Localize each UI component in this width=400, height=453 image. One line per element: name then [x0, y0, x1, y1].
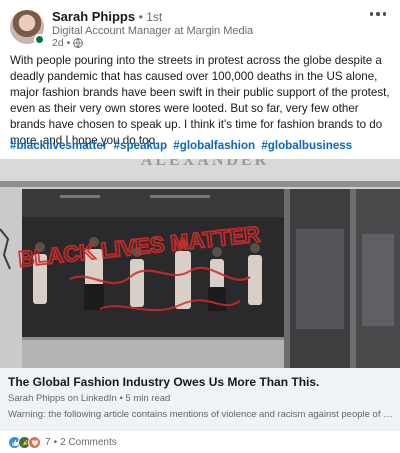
article-card[interactable]: The Global Fashion Industry Owes Us More… [0, 368, 400, 431]
post-header: Sarah Phipps • 1st Digital Account Manag… [0, 0, 400, 50]
more-options-button[interactable] [366, 6, 390, 22]
social-counts: 7 • 2 Comments [8, 436, 117, 449]
dot [382, 12, 387, 16]
post-image[interactable]: ALEXANDER BLACK LIVES MATTER [0, 159, 400, 368]
connection-degree: • 1st [138, 10, 163, 24]
article-meta: Sarah Phipps on LinkedIn • 5 min read [8, 393, 171, 404]
avatar[interactable] [10, 10, 45, 45]
dot [376, 12, 380, 16]
storefront-sign: ALEXANDER [141, 159, 269, 169]
post-age: 2d • [52, 37, 71, 49]
author-headline: Digital Account Manager at Margin Media [52, 25, 254, 37]
article-description: Warning: the following article contains … [8, 409, 394, 420]
separator: • [53, 437, 58, 448]
author-name[interactable]: Sarah Phipps [52, 9, 135, 24]
post-body: With people pouring into the streets in … [10, 54, 390, 147]
post-time: 2d • [52, 37, 84, 49]
comments-count-link[interactable]: 2 Comments [60, 437, 117, 448]
storefront-photo: ALEXANDER BLACK LIVES MATTER [0, 159, 400, 368]
dot [369, 12, 374, 16]
hashtag-link[interactable]: #globalfashion [173, 139, 255, 152]
hashtag-link[interactable]: #speakup [114, 139, 168, 152]
reaction-count[interactable]: 7 [45, 437, 51, 448]
hashtag-link[interactable]: #blacklivesmatter [10, 139, 107, 152]
globe-icon [73, 38, 84, 48]
love-icon [28, 436, 41, 449]
online-status-icon [34, 34, 45, 45]
hashtag-link[interactable]: #globalbusiness [261, 139, 352, 152]
author-name-line: Sarah Phipps • 1st [52, 9, 162, 24]
article-title[interactable]: The Global Fashion Industry Owes Us More… [8, 375, 319, 389]
hashtag-list: #blacklivesmatter #speakup #globalfashio… [10, 139, 355, 152]
reaction-icons[interactable] [8, 436, 41, 449]
